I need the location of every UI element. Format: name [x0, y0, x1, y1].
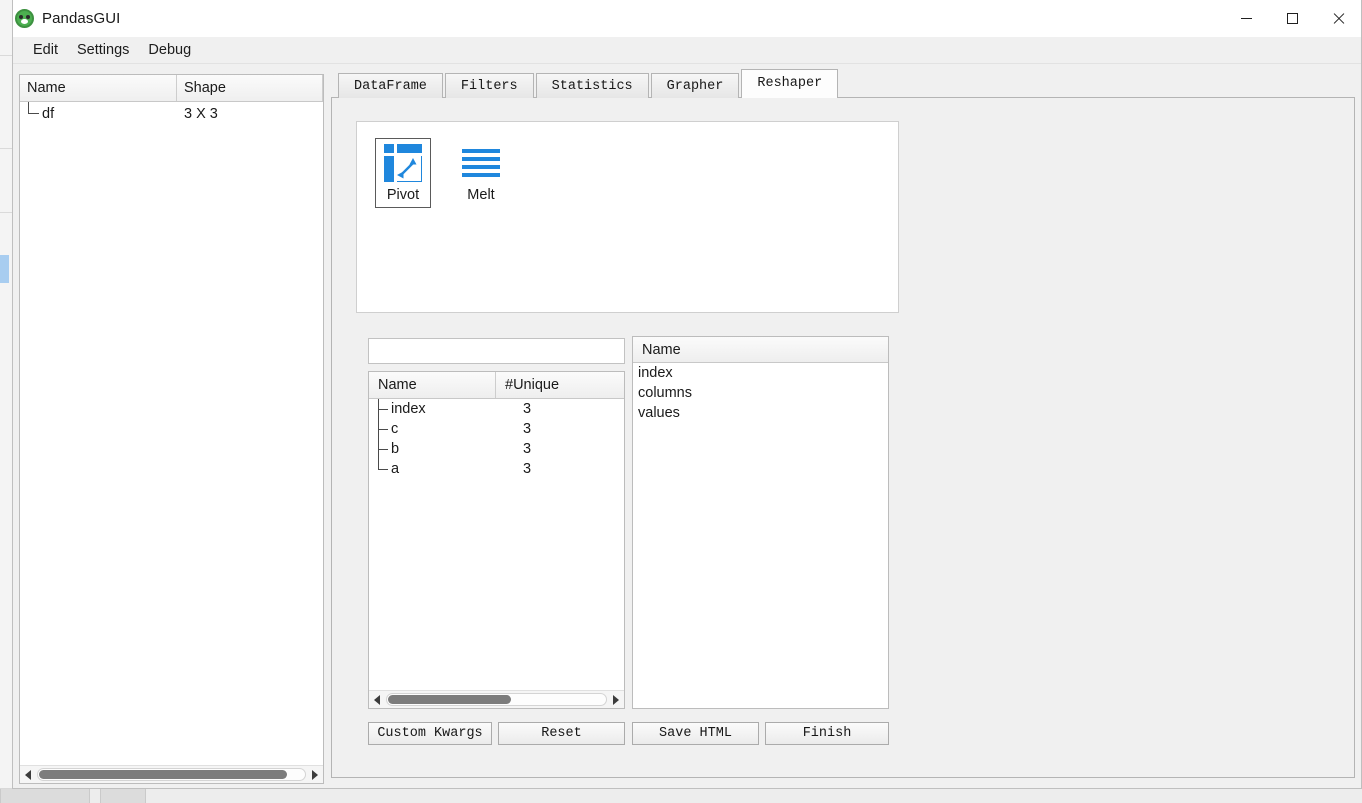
maximize-icon — [1286, 13, 1298, 24]
scroll-left-button[interactable] — [369, 691, 385, 708]
tab-filters[interactable]: Filters — [444, 73, 534, 98]
tree-item[interactable]: a 3 — [369, 459, 624, 479]
main-tab-widget: DataFrame Filters Statistics Grapher Res… — [331, 68, 1355, 778]
menu-item-debug[interactable]: Debug — [139, 39, 200, 61]
finish-button[interactable]: Finish — [765, 722, 889, 745]
bg-taskbar-item — [100, 789, 146, 803]
source-tree-header: Name #Unique — [369, 372, 624, 399]
source-column-tree: Name #Unique index 3 c 3 b 3 a 3 — [368, 371, 625, 709]
column-header-shape[interactable]: Shape — [177, 75, 323, 101]
dataframe-shape-cell: 3 X 3 — [184, 105, 218, 122]
tree-branch-icon — [378, 399, 390, 419]
tree-item-name[interactable]: index — [369, 399, 496, 419]
melt-icon — [462, 144, 500, 182]
dataframe-name-cell[interactable]: df — [20, 102, 177, 125]
close-button[interactable] — [1315, 0, 1361, 37]
bg-divider — [0, 55, 12, 56]
reshape-option-label: Pivot — [386, 187, 420, 203]
custom-kwargs-button[interactable]: Custom Kwargs — [368, 722, 492, 745]
close-icon — [1332, 12, 1345, 25]
chevron-right-icon — [312, 769, 318, 780]
dataframe-explorer-panel: Name Shape df 3 X 3 — [19, 74, 324, 784]
column-header-name[interactable]: Name — [369, 372, 496, 398]
tab-reshaper[interactable]: Reshaper — [741, 69, 839, 98]
dataframe-explorer-header: Name Shape — [20, 75, 323, 102]
column-header-name[interactable]: Name — [20, 75, 177, 101]
reset-button[interactable]: Reset — [498, 722, 625, 745]
scroll-track[interactable] — [386, 693, 607, 706]
bg-divider — [0, 212, 12, 213]
reshape-option-melt[interactable]: Melt — [453, 138, 509, 208]
tree-branch-icon — [378, 459, 390, 479]
window-controls — [1223, 0, 1361, 37]
tree-item[interactable]: b 3 — [369, 439, 624, 459]
tree-item-label: c — [391, 421, 399, 437]
reshape-option-pivot[interactable]: Pivot — [375, 138, 431, 208]
pivot-icon — [384, 144, 422, 182]
tree-item-label: index — [391, 401, 426, 417]
scroll-track[interactable] — [37, 768, 306, 781]
scroll-thumb[interactable] — [39, 770, 288, 779]
tab-statistics[interactable]: Statistics — [535, 73, 649, 98]
minimize-button[interactable] — [1223, 0, 1269, 37]
window-title: PandasGUI — [42, 10, 121, 27]
explorer-horizontal-scrollbar[interactable] — [20, 765, 323, 783]
reshape-type-chooser: Pivot Melt — [356, 121, 899, 313]
tree-item-label: a — [391, 461, 400, 477]
tree-item-unique: 3 — [523, 401, 532, 417]
save-html-button[interactable]: Save HTML — [632, 722, 759, 745]
tree-branch-icon — [378, 439, 390, 459]
pandasgui-window: PandasGUI Edit Settings Debug Name Shape — [12, 0, 1362, 789]
tree-item-unique: 3 — [523, 421, 532, 437]
chevron-left-icon — [25, 769, 31, 780]
tree-item-name[interactable]: a — [369, 459, 496, 479]
tree-item-label: b — [391, 441, 400, 457]
menu-item-settings[interactable]: Settings — [68, 39, 138, 61]
scroll-right-button[interactable] — [608, 691, 624, 708]
scroll-right-button[interactable] — [307, 766, 323, 783]
menu-item-edit[interactable]: Edit — [24, 39, 67, 61]
menu-bar: Edit Settings Debug — [13, 37, 1361, 64]
maximize-button[interactable] — [1269, 0, 1315, 37]
list-item[interactable]: values — [633, 403, 888, 423]
application-body: Name Shape df 3 X 3 DataFrame Filters St… — [13, 64, 1361, 788]
tab-bar: DataFrame Filters Statistics Grapher Res… — [331, 68, 1355, 98]
source-tree-horizontal-scrollbar[interactable] — [369, 690, 624, 708]
chevron-right-icon — [613, 694, 619, 705]
list-item[interactable]: index — [633, 363, 888, 383]
table-row[interactable]: df 3 X 3 — [20, 102, 323, 125]
tree-branch-icon — [378, 419, 390, 439]
tree-branch-icon — [28, 102, 40, 125]
tree-item-unique: 3 — [523, 461, 532, 477]
reshape-option-label: Melt — [467, 187, 495, 203]
destination-list-header[interactable]: Name — [633, 337, 888, 363]
title-bar-left: PandasGUI — [13, 9, 120, 28]
tree-item-name[interactable]: b — [369, 439, 496, 459]
tree-item[interactable]: c 3 — [369, 419, 624, 439]
reshaper-panel: Pivot Melt Name #Unique index 3 c 3 b 3 … — [331, 97, 1355, 778]
search-input[interactable] — [368, 338, 625, 364]
tab-grapher[interactable]: Grapher — [650, 73, 740, 98]
bg-taskbar-item — [0, 789, 90, 803]
dataframe-name-text: df — [42, 105, 55, 122]
destination-list: Name index columns values — [632, 336, 889, 709]
tree-item-unique: 3 — [523, 441, 532, 457]
column-header-unique[interactable]: #Unique — [496, 372, 624, 398]
tree-item-name[interactable]: c — [369, 419, 496, 439]
scroll-thumb[interactable] — [388, 695, 511, 704]
title-bar: PandasGUI — [13, 0, 1361, 37]
list-item[interactable]: columns — [633, 383, 888, 403]
panda-logo-icon — [15, 9, 34, 28]
tab-dataframe[interactable]: DataFrame — [338, 73, 443, 98]
pivot-arrow-icon — [397, 158, 417, 179]
background-taskbar — [0, 788, 1362, 803]
bg-divider — [0, 148, 12, 149]
tree-item[interactable]: index 3 — [369, 399, 624, 419]
bg-selected-row — [0, 255, 9, 283]
reshape-type-list: Pivot Melt — [357, 122, 898, 208]
minimize-icon — [1240, 18, 1252, 19]
chevron-left-icon — [374, 694, 380, 705]
scroll-left-button[interactable] — [20, 766, 36, 783]
